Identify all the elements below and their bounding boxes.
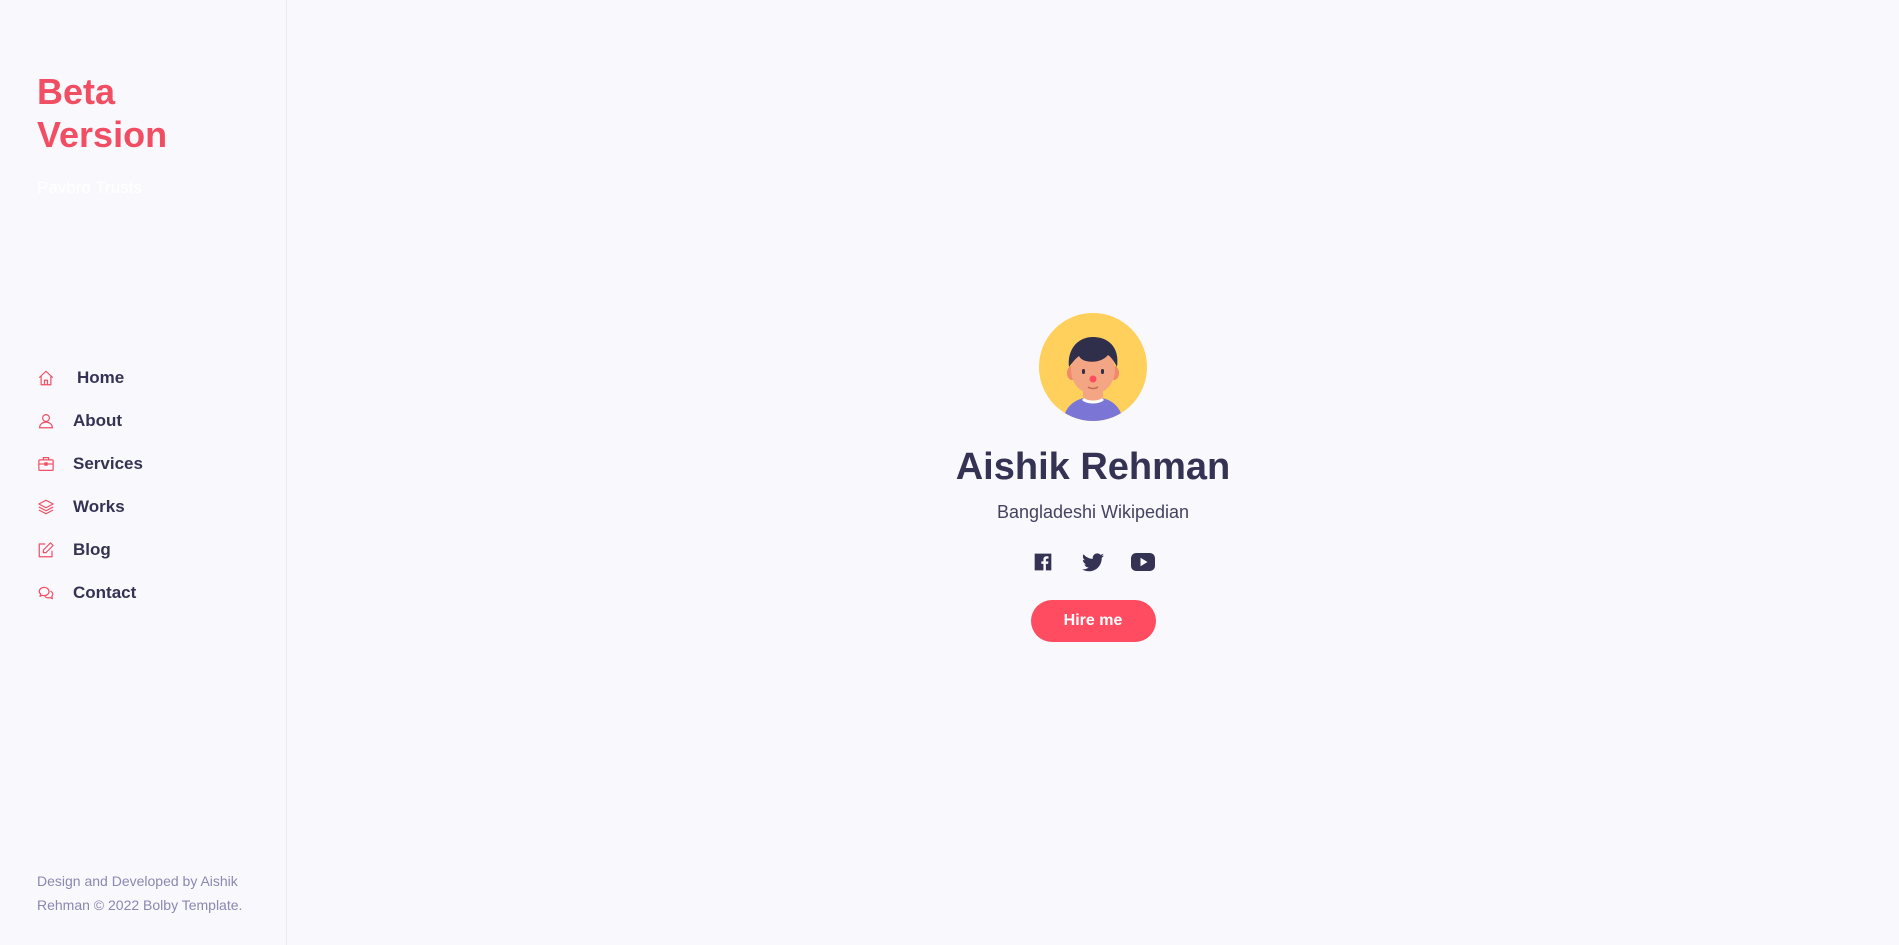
nav-item-about[interactable]: About [37,399,143,442]
sidebar-footer-copyright: Design and Developed by Aishik Rehman © … [37,873,243,913]
app: Beta Version Pavbro Trusts Home About Se… [0,0,1899,945]
sidebar-nav: Home About Services Works Blog Contact [37,356,143,614]
nav-item-contact[interactable]: Contact [37,571,143,614]
nav-label-home: Home [77,367,125,387]
nav-item-services[interactable]: Services [37,442,143,485]
nav-label-works: Works [73,496,125,516]
hero-section: Aishik Rehman Bangladeshi Wikipedian Hir… [287,313,1899,642]
avatar [1039,313,1147,421]
home-icon [37,369,55,387]
nav-label-services: Services [73,453,143,473]
nav-item-blog[interactable]: Blog [37,528,143,571]
facebook-icon[interactable] [1031,551,1055,573]
nav-item-works[interactable]: Works [37,485,143,528]
hire-me-button[interactable]: Hire me [1030,600,1156,642]
nav-label-blog: Blog [73,539,111,559]
site-tagline: Pavbro Trusts [37,178,142,197]
briefcase-icon [37,455,55,473]
note-icon [37,541,55,559]
main-content: Aishik Rehman Bangladeshi Wikipedian Hir… [287,0,1899,945]
nav-label-about: About [73,410,123,430]
youtube-icon[interactable] [1131,551,1155,573]
nav-label-contact: Contact [73,582,137,602]
nav-item-home[interactable]: Home [37,356,143,399]
user-icon [37,412,55,430]
profile-name: Aishik Rehman [955,446,1231,488]
profile-role: Bangladeshi Wikipedian [996,502,1190,522]
site-logo[interactable]: Beta Version [37,70,249,156]
twitter-icon[interactable] [1081,551,1105,573]
layers-icon [37,498,55,516]
sidebar: Beta Version Pavbro Trusts Home About Se… [0,0,287,945]
bubbles-icon [37,584,55,602]
social-links [1031,551,1155,573]
